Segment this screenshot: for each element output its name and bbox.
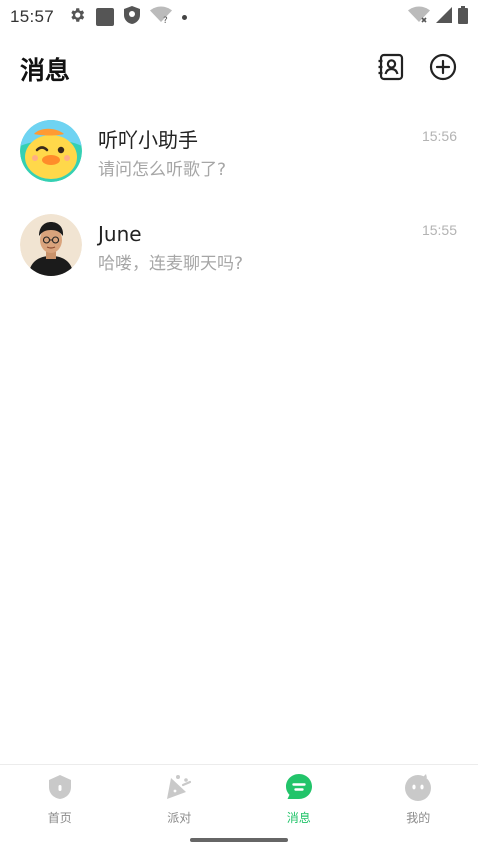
nav-label: 派对 <box>167 811 192 825</box>
conversation-time: 15:56 <box>421 128 457 144</box>
wifi-question-icon: ? <box>150 6 173 28</box>
conversation-body: 听吖小助手 请问怎么听歌了? <box>98 120 458 184</box>
home-shield-icon <box>45 772 75 802</box>
cell-signal-icon <box>436 7 452 27</box>
status-left-icons: ? <box>68 6 188 28</box>
status-right-icons <box>408 6 468 28</box>
add-button[interactable] <box>428 53 458 85</box>
contacts-icon <box>377 53 405 85</box>
conversation-time: 15:55 <box>421 222 457 238</box>
page-title: 消息 <box>20 56 71 85</box>
square-icon <box>96 8 115 26</box>
status-bar: 15:57 ? <box>0 0 478 34</box>
conversation-item[interactable]: June 哈喽，连麦聊天吗? 15:55 <box>0 206 478 300</box>
header: 消息 <box>0 44 478 94</box>
contacts-button[interactable] <box>376 53 406 85</box>
conversation-name: 听吖小助手 <box>98 128 198 152</box>
conversation-name: June <box>98 222 142 246</box>
wifi-icon <box>408 6 430 28</box>
man-avatar <box>20 214 82 276</box>
nav-profile[interactable]: 我的 <box>359 765 478 850</box>
status-time: 15:57 <box>10 7 55 26</box>
add-circle-icon <box>429 53 457 85</box>
nav-home[interactable]: 首页 <box>0 765 120 850</box>
battery-icon <box>458 6 468 28</box>
conversation-list: 听吖小助手 请问怎么听歌了? 15:56 June 哈喽，连麦聊天吗? 15:5… <box>0 112 478 300</box>
conversation-body: June 哈喽，连麦聊天吗? <box>98 214 458 278</box>
nav-label: 我的 <box>406 811 431 825</box>
nav-label: 消息 <box>286 811 311 825</box>
message-icon <box>284 772 314 802</box>
conversation-item[interactable]: 听吖小助手 请问怎么听歌了? 15:56 <box>0 112 478 206</box>
duck-avatar <box>20 120 82 182</box>
profile-face-icon <box>403 772 433 802</box>
party-icon <box>164 772 194 802</box>
home-indicator[interactable] <box>190 838 288 842</box>
header-actions <box>376 53 458 85</box>
conversation-preview: 哈喽，连麦聊天吗? <box>98 254 244 274</box>
nav-label: 首页 <box>47 811 72 825</box>
svg-text:?: ? <box>163 16 168 24</box>
gear-icon <box>68 6 86 28</box>
shield-icon <box>124 6 141 28</box>
dot-icon <box>182 14 188 20</box>
conversation-preview: 请问怎么听歌了? <box>98 160 227 180</box>
